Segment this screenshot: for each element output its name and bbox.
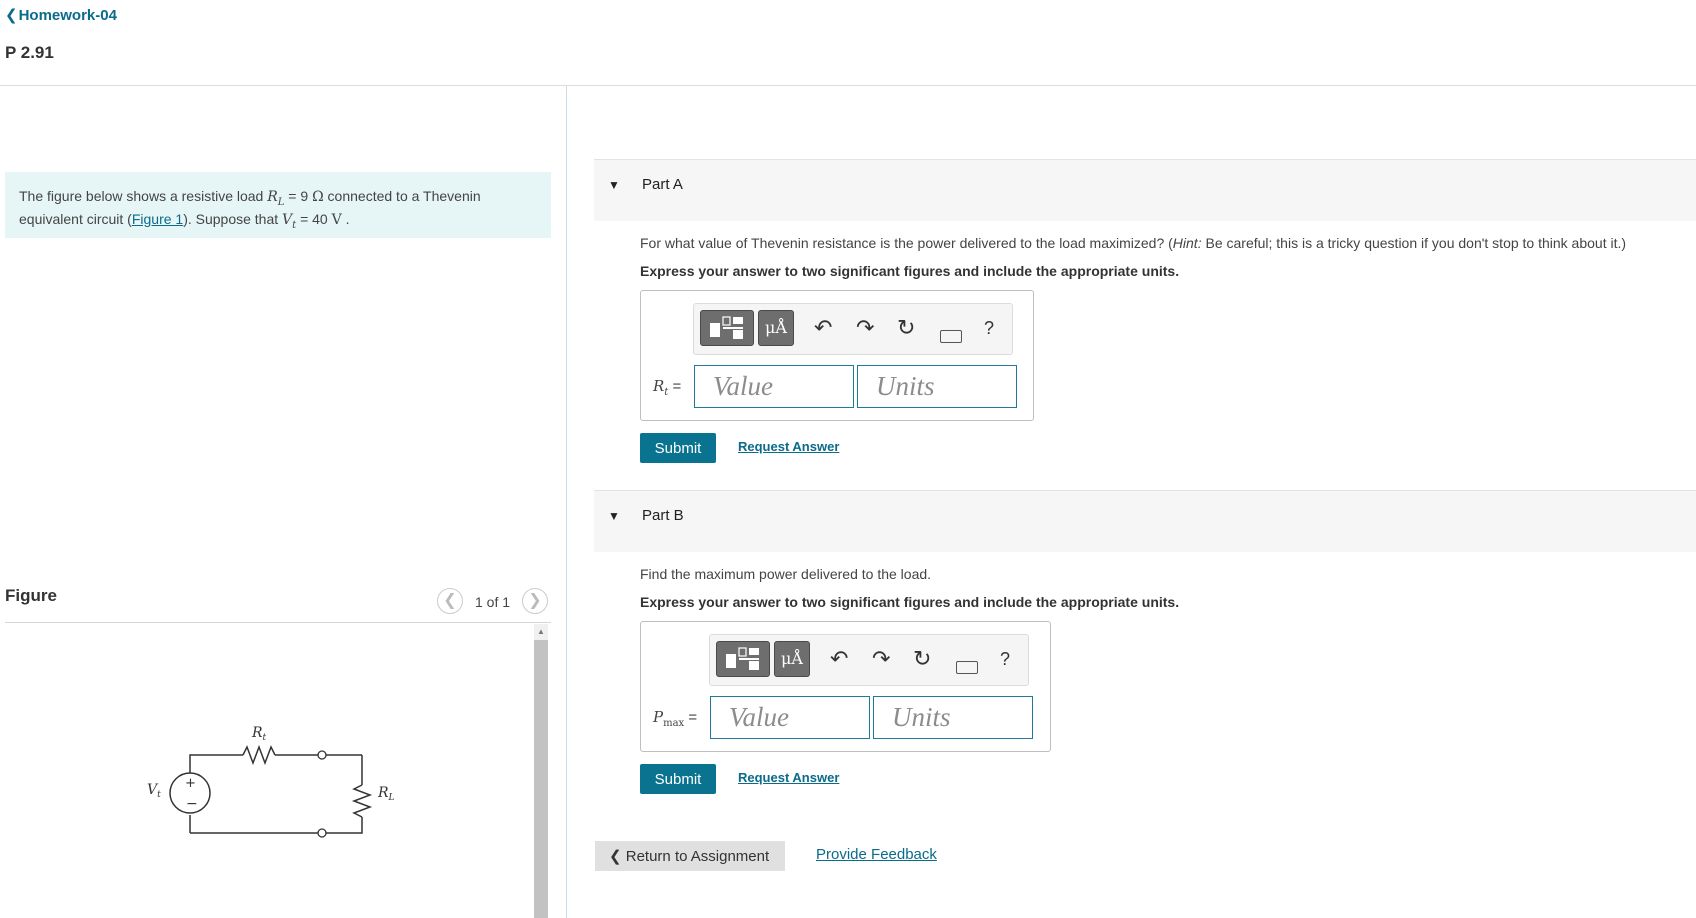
- column-divider: [566, 86, 567, 918]
- part-a-label: Part A: [642, 176, 683, 193]
- redo-icon[interactable]: ↷: [856, 314, 874, 342]
- help-icon[interactable]: ?: [1000, 645, 1010, 673]
- part-b-math-toolbar: μÅ ↶ ↷ ↻ ?: [709, 634, 1029, 686]
- part-a-answer-box: μÅ ↶ ↷ ↻ ? Rt =: [640, 290, 1034, 421]
- vt-symbol: Vt: [282, 211, 297, 231]
- units-button[interactable]: μÅ: [774, 641, 810, 677]
- chevron-left-icon: ❮: [5, 7, 18, 24]
- provide-feedback-link[interactable]: Provide Feedback: [816, 846, 937, 863]
- back-link-label: Homework-04: [18, 7, 117, 24]
- return-to-assignment-button[interactable]: ❮ Return to Assignment: [595, 841, 785, 871]
- figure-prev-button[interactable]: ❮: [437, 588, 463, 614]
- part-b-question: Find the maximum power delivered to the …: [640, 566, 932, 582]
- templates-icon: [726, 647, 759, 670]
- redo-icon[interactable]: ↷: [872, 645, 890, 673]
- part-a-answer-label: Rt =: [653, 377, 682, 398]
- problem-statement: The figure below shows a resistive load …: [5, 172, 551, 238]
- figure-next-button[interactable]: ❯: [522, 588, 548, 614]
- header-divider: [0, 85, 1696, 86]
- figure-divider: [5, 622, 551, 623]
- chevron-left-icon: ❮: [609, 848, 622, 865]
- part-a-request-answer-link[interactable]: Request Answer: [738, 439, 839, 454]
- rt-resistor: [242, 744, 276, 766]
- part-b-label: Part B: [642, 507, 684, 524]
- help-icon[interactable]: ?: [984, 314, 994, 342]
- part-b-instruction: Express your answer to two significant f…: [640, 594, 1180, 610]
- rt-label: Rt: [251, 725, 267, 743]
- rl-resistor: [351, 784, 373, 818]
- keyboard-icon[interactable]: [956, 661, 978, 674]
- part-b-submit-button[interactable]: Submit: [640, 764, 716, 794]
- templates-icon: [710, 316, 743, 339]
- rl-label: RL: [377, 785, 395, 803]
- chevron-right-icon: ❯: [528, 592, 542, 609]
- part-b-request-answer-link[interactable]: Request Answer: [738, 770, 839, 785]
- reset-icon[interactable]: ↻: [897, 314, 915, 342]
- terminal-bottom: [317, 828, 327, 838]
- plus-sign: +: [185, 776, 196, 791]
- part-a-units-input[interactable]: [857, 365, 1017, 408]
- part-a-value-input[interactable]: [694, 365, 854, 408]
- part-b-units-input[interactable]: [873, 696, 1033, 739]
- figure-heading: Figure: [5, 586, 57, 605]
- units-button[interactable]: μÅ: [758, 310, 794, 346]
- collapse-triangle-icon[interactable]: ▼: [608, 509, 620, 523]
- keyboard-icon[interactable]: [940, 330, 962, 343]
- part-b-answer-label: Pmax =: [653, 708, 698, 729]
- figure-scrollbar-thumb[interactable]: [534, 640, 548, 918]
- templates-button[interactable]: [716, 641, 770, 677]
- collapse-triangle-icon[interactable]: ▼: [608, 178, 620, 192]
- problem-title: P 2.91: [5, 43, 54, 62]
- minus-sign: −: [186, 796, 198, 812]
- undo-icon[interactable]: ↶: [814, 314, 832, 342]
- circuit-diagram: + − Rt Vt RL: [147, 725, 395, 838]
- reset-icon[interactable]: ↻: [913, 645, 931, 673]
- part-b-header[interactable]: ▼ Part B: [594, 490, 1696, 552]
- figure-count: 1 of 1: [475, 594, 511, 610]
- part-a-submit-button[interactable]: Submit: [640, 433, 716, 463]
- part-b-answer-box: μÅ ↶ ↷ ↻ ? Pmax =: [640, 621, 1051, 752]
- part-a-header[interactable]: ▼ Part A: [594, 159, 1696, 221]
- part-a-instruction: Express your answer to two significant f…: [640, 263, 1180, 279]
- chevron-left-icon: ❮: [443, 592, 457, 609]
- terminal-top: [317, 750, 327, 760]
- vt-label: Vt: [147, 782, 161, 800]
- templates-button[interactable]: [700, 310, 754, 346]
- part-a-math-toolbar: μÅ ↶ ↷ ↻ ?: [693, 303, 1013, 355]
- back-to-homework-link[interactable]: ❮Homework-04: [5, 6, 117, 24]
- rl-symbol: RL: [267, 189, 285, 208]
- part-a-question: For what value of Thevenin resistance is…: [640, 235, 1627, 251]
- scroll-up-arrow-icon[interactable]: ▲: [534, 624, 548, 639]
- part-b-value-input[interactable]: [710, 696, 870, 739]
- undo-icon[interactable]: ↶: [830, 645, 848, 673]
- figure-1-link[interactable]: Figure 1: [132, 211, 183, 227]
